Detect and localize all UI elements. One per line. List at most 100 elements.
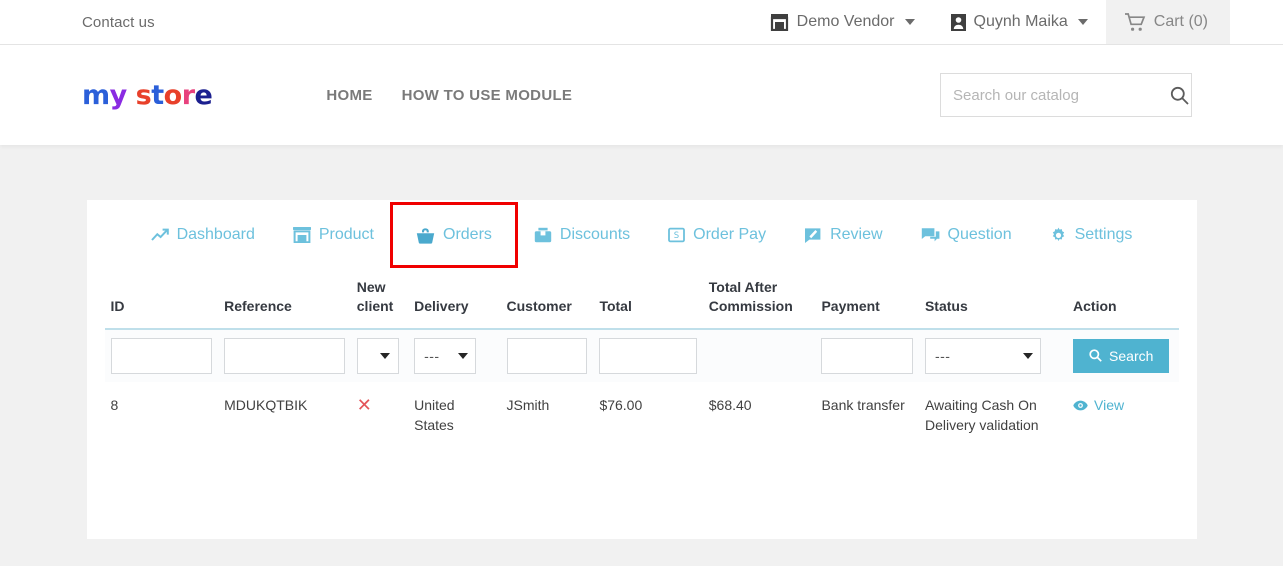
- account-menu[interactable]: Quynh Maika: [933, 0, 1106, 44]
- filter-cell-delivery: ---: [408, 328, 501, 382]
- logo-letter-5: o: [163, 79, 183, 111]
- top-bar-right: Demo Vendor Quynh Maika Cart (0): [752, 0, 1283, 44]
- header-customer: Customer: [500, 270, 594, 330]
- filter-delivery-value: ---: [424, 347, 440, 364]
- filter-status-value: ---: [934, 347, 951, 364]
- table-row[interactable]: 8 MDUKQTBIK ✕ United States JSmith $76.0…: [105, 382, 1179, 450]
- cell-status: Awaiting Cash On Delivery validation: [924, 396, 1039, 433]
- svg-text:S: S: [674, 231, 679, 241]
- store-icon: [292, 227, 311, 243]
- filter-new-client-select[interactable]: [356, 337, 399, 374]
- cell-reference: MDUKQTBIK: [224, 396, 308, 413]
- tab-label: Product: [318, 226, 374, 243]
- filter-cell-action: Search: [1067, 328, 1179, 382]
- chevron-down-icon: [458, 352, 469, 359]
- search-icon: [1089, 349, 1102, 363]
- chevron-down-icon: [1022, 352, 1033, 359]
- filter-status-select[interactable]: ---: [924, 337, 1041, 374]
- tab-label: Review: [830, 226, 883, 243]
- header-payment: Payment: [815, 270, 919, 330]
- tab-product[interactable]: Product: [274, 226, 393, 244]
- trending-up-icon: [150, 228, 169, 242]
- filter-payment-input[interactable]: [821, 337, 913, 374]
- nav-home[interactable]: HOME: [326, 87, 372, 104]
- cell-total: $76.00: [599, 396, 643, 413]
- filter-cell-total: [593, 328, 703, 382]
- orders-table-body: 8 MDUKQTBIK ✕ United States JSmith $76.0…: [105, 382, 1179, 450]
- filter-reference-input[interactable]: [224, 337, 345, 374]
- filter-id-input[interactable]: [110, 337, 213, 374]
- top-bar: Contact us Demo Vendor Quynh Maika Cart …: [0, 0, 1283, 45]
- logo-letter-0: m: [82, 79, 110, 111]
- top-bar-left: Contact us: [0, 0, 155, 44]
- main-navigation: HOME HOW TO USE MODULE: [326, 87, 572, 104]
- tab-discounts[interactable]: Discounts: [515, 226, 649, 244]
- cell-id: 8: [110, 396, 119, 413]
- search-button[interactable]: Search: [1073, 338, 1170, 373]
- header-action: Action: [1067, 270, 1179, 330]
- page-body: Dashboard Product Orders Discounts S Ord…: [0, 145, 1283, 566]
- site-header: my store HOME HOW TO USE MODULE: [0, 45, 1283, 145]
- vendor-panel: Dashboard Product Orders Discounts S Ord…: [86, 200, 1197, 539]
- pencil-square-icon: [804, 227, 822, 243]
- tab-label: Discounts: [559, 226, 631, 243]
- chevron-down-icon: [1077, 19, 1088, 25]
- cell-payment: Bank transfer: [821, 396, 905, 413]
- search-input[interactable]: [941, 74, 1164, 116]
- logo-letter-1: y: [109, 79, 128, 111]
- cart-label: Cart (0): [1153, 13, 1208, 30]
- cart-button[interactable]: Cart (0): [1105, 0, 1230, 44]
- tab-dashboard[interactable]: Dashboard: [132, 226, 274, 244]
- gear-icon: [1050, 227, 1067, 244]
- filter-customer-input[interactable]: [506, 337, 588, 374]
- cell-customer: JSmith: [506, 396, 550, 413]
- header-total-after-commission: Total After Commission: [702, 270, 816, 330]
- tab-question[interactable]: Question: [902, 226, 1031, 244]
- filter-cell-customer: [500, 328, 594, 382]
- site-logo[interactable]: my store: [82, 79, 213, 111]
- tab-label: Orders: [443, 226, 492, 243]
- orders-table: ID Reference New client Delivery Custome…: [104, 270, 1179, 450]
- logo-letter-7: e: [194, 79, 213, 111]
- tab-order-pay[interactable]: S Order Pay: [649, 226, 785, 244]
- cell-action: View: [1067, 382, 1178, 450]
- tab-settings[interactable]: Settings: [1031, 226, 1152, 244]
- filter-cell-reference: [218, 328, 351, 382]
- eye-icon: [1073, 400, 1088, 411]
- filter-cell-payment: [815, 328, 919, 382]
- nav-how-to-use-module[interactable]: HOW TO USE MODULE: [402, 87, 573, 104]
- cell-new-client: ✕: [351, 382, 408, 450]
- search-submit-button[interactable]: [1164, 74, 1195, 116]
- filter-cell-total-after-commission: [702, 328, 816, 382]
- chevron-down-icon: [904, 19, 915, 25]
- catalog-search: [940, 73, 1192, 117]
- cell-delivery: United States: [414, 396, 455, 433]
- store-icon: [770, 13, 789, 31]
- x-mark-icon: ✕: [356, 394, 372, 415]
- search-button-label: Search: [1109, 347, 1154, 364]
- filter-total-input[interactable]: [599, 337, 697, 374]
- tab-label: Settings: [1074, 226, 1133, 243]
- orders-table-container: ID Reference New client Delivery Custome…: [87, 270, 1197, 450]
- tab-label: Dashboard: [176, 226, 255, 243]
- chat-bubbles-icon: [921, 227, 940, 243]
- header-status: Status: [918, 270, 1068, 330]
- filter-delivery-select[interactable]: ---: [414, 337, 477, 374]
- orders-table-head: ID Reference New client Delivery Custome…: [104, 270, 1179, 330]
- orders-filter-body: --- --- Search: [104, 328, 1179, 382]
- contact-us-link[interactable]: Contact us: [82, 14, 155, 31]
- vendor-menu[interactable]: Demo Vendor: [752, 0, 933, 44]
- view-label: View: [1094, 396, 1125, 413]
- view-order-link[interactable]: View: [1073, 396, 1124, 416]
- header-new-client: New client: [350, 270, 409, 330]
- tag-icon: [534, 227, 552, 243]
- tab-label: Order Pay: [693, 226, 767, 243]
- user-icon: [950, 13, 966, 31]
- logo-letter-2: [127, 82, 136, 109]
- tab-review[interactable]: Review: [785, 226, 901, 244]
- tab-orders[interactable]: Orders: [390, 202, 518, 268]
- cart-icon: [1124, 12, 1146, 32]
- money-bill-icon: S: [668, 227, 686, 243]
- filter-cell-status: ---: [918, 328, 1068, 382]
- module-tabs: Dashboard Product Orders Discounts S Ord…: [87, 200, 1197, 270]
